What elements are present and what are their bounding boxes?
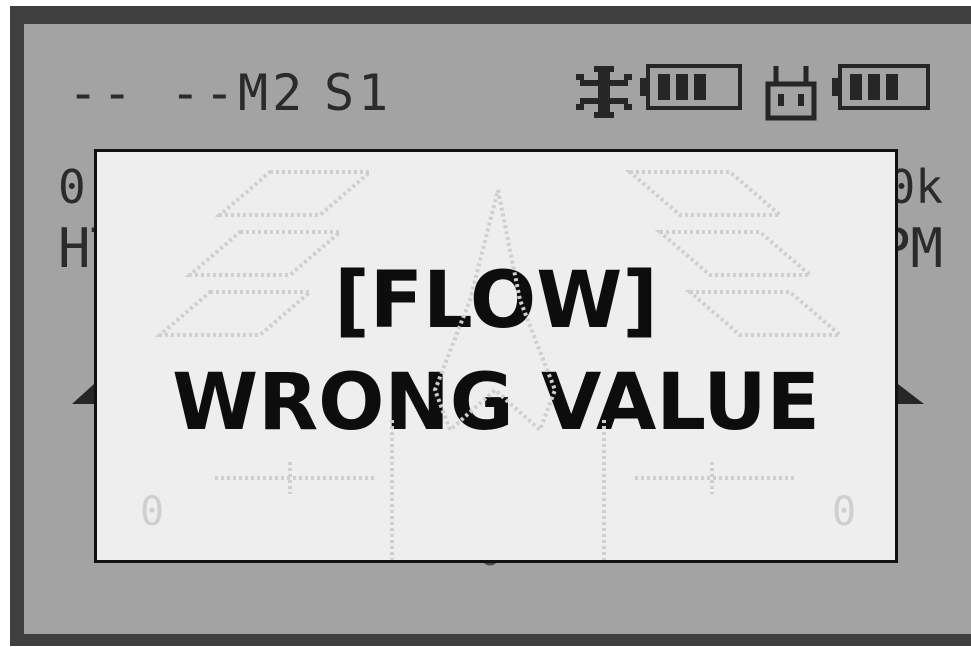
alert-message: WRONG VALUE [172, 358, 820, 448]
battery-cell [886, 74, 898, 100]
drone-battery-icon [640, 64, 742, 110]
battery-cell [850, 74, 862, 100]
remote-controller-icon [765, 66, 817, 121]
battery-cap [832, 78, 840, 96]
alert-title: [FLOW] [334, 256, 658, 346]
flight-mode-label: M2 [238, 64, 307, 122]
drone-icon [576, 66, 632, 118]
left-trim-marker-icon [72, 384, 94, 404]
battery-cap [640, 78, 648, 96]
right-trim-marker-icon [898, 384, 924, 404]
battery-cell [868, 74, 880, 100]
battery-cell [676, 74, 688, 100]
battery-cell [694, 74, 706, 100]
status-dashes: -- -- [68, 64, 239, 122]
remote-battery-icon [832, 64, 930, 110]
battery-cell [658, 74, 670, 100]
alert-dialog: [FLOW] WRONG VALUE [94, 149, 898, 563]
stage-label: S1 [324, 64, 393, 122]
